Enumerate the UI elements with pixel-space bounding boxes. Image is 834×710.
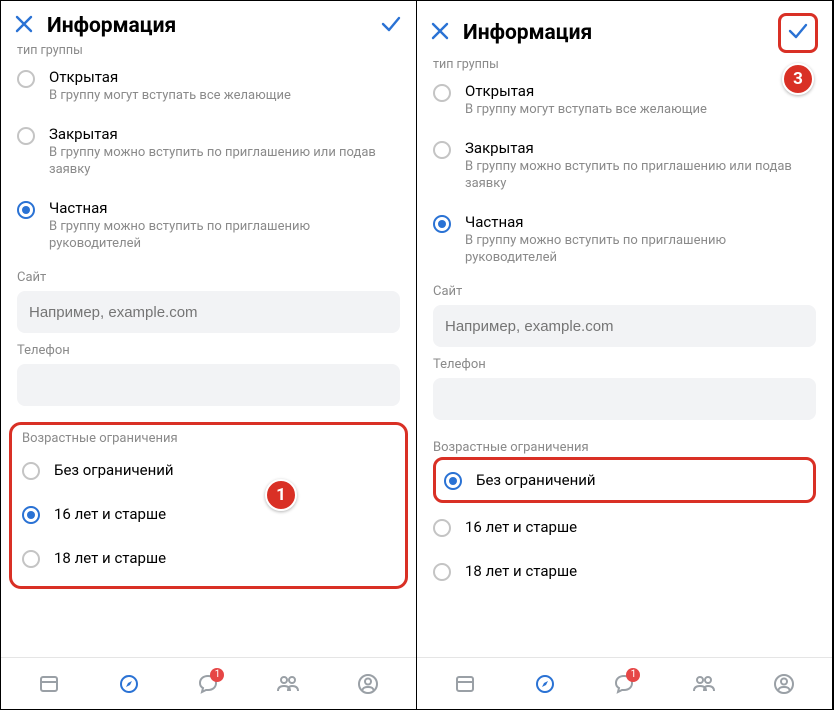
radio-title: Открытая [465,82,707,100]
age-label: Возрастные ограничения [22,431,395,446]
nav-discover-icon[interactable] [109,664,149,704]
radio-icon [17,70,35,88]
age-option-label: 18 лет и старше [465,562,577,580]
group-type-label: тип группы [417,57,832,72]
step-badge-3: 3 [782,63,814,95]
site-input[interactable] [433,305,816,347]
age-option-none[interactable]: Без ограничений [433,457,816,503]
age-option-18[interactable]: 18 лет и старше [433,549,816,593]
header: Информация [417,1,832,63]
radio-icon [22,506,40,524]
radio-icon [433,563,451,581]
nav-badge: 1 [626,668,640,682]
radio-title: Закрытая [49,125,400,143]
confirm-icon[interactable] [380,13,402,39]
radio-title: Открытая [49,68,291,86]
radio-icon [433,84,451,102]
radio-icon [17,201,35,219]
phone-input[interactable] [17,364,400,406]
group-type-closed[interactable]: Закрытая В группу можно вступить по приг… [417,129,832,203]
age-option-18[interactable]: 18 лет и старше [22,536,395,580]
radio-title: Частная [49,199,400,217]
nav-feed-icon[interactable] [29,664,69,704]
group-type-label: тип группы [1,43,416,58]
group-type-private[interactable]: Частная В группу можно вступить по пригл… [417,203,832,277]
nav-messages-icon[interactable]: 1 [604,664,644,704]
site-label: Сайт [433,284,816,299]
page-title: Информация [463,21,592,45]
close-icon[interactable] [15,15,33,37]
age-option-none[interactable]: Без ограничений [22,448,395,492]
radio-desc: В группу могут вступать все желающие [465,102,707,119]
radio-title: Закрытая [465,139,816,157]
age-option-16[interactable]: 16 лет и старше [22,492,395,536]
page-title: Информация [47,14,176,38]
bottom-nav: 1 [1,657,416,709]
radio-desc: В группу можно вступить по приглашению и… [465,159,816,193]
group-type-open[interactable]: Открытая В группу могут вступать все жел… [417,72,832,129]
age-restrictions-block: Возрастные ограничения Без ограничений 1… [9,422,408,589]
radio-desc: В группу можно вступить по приглашению р… [49,219,400,253]
group-type-closed[interactable]: Закрытая В группу можно вступить по приг… [1,115,416,189]
group-type-open[interactable]: Открытая В группу могут вступать все жел… [1,58,416,115]
group-type-private[interactable]: Частная В группу можно вступить по пригл… [1,189,416,263]
age-option-label: Без ограничений [54,461,174,479]
step-badge-1: 1 [265,479,297,511]
radio-icon [444,472,462,490]
radio-icon [433,141,451,159]
radio-icon [22,550,40,568]
nav-feed-icon[interactable] [445,664,485,704]
nav-friends-icon[interactable] [684,664,724,704]
age-option-label: 16 лет и старше [465,518,577,536]
radio-icon [433,519,451,537]
age-restrictions-block: Возрастные ограничения Без ограничений 1… [417,434,832,593]
radio-icon [22,462,40,480]
nav-badge: 1 [210,668,224,682]
radio-desc: В группу можно вступить по приглашению р… [465,233,816,267]
nav-profile-icon[interactable] [348,664,388,704]
radio-title: Частная [465,213,816,231]
nav-discover-icon[interactable] [525,664,565,704]
header: Информация [1,1,416,49]
radio-icon [433,215,451,233]
site-label: Сайт [17,270,400,285]
phone-input[interactable] [433,378,816,420]
nav-profile-icon[interactable] [764,664,804,704]
phone-label: Телефон [17,343,400,358]
site-input[interactable] [17,291,400,333]
age-option-label: Без ограничений [476,471,596,489]
confirm-icon[interactable] [778,13,818,53]
close-icon[interactable] [431,22,449,44]
radio-desc: В группу можно вступить по приглашению и… [49,145,400,179]
nav-friends-icon[interactable] [268,664,308,704]
radio-desc: В группу могут вступать все желающие [49,88,291,105]
age-option-label: 16 лет и старше [54,505,166,523]
nav-messages-icon[interactable]: 1 [188,664,228,704]
age-label: Возрастные ограничения [433,440,816,455]
radio-icon [17,127,35,145]
age-option-16[interactable]: 16 лет и старше [433,505,816,549]
age-option-label: 18 лет и старше [54,549,166,567]
bottom-nav: 1 [417,657,832,709]
phone-label: Телефон [433,357,816,372]
